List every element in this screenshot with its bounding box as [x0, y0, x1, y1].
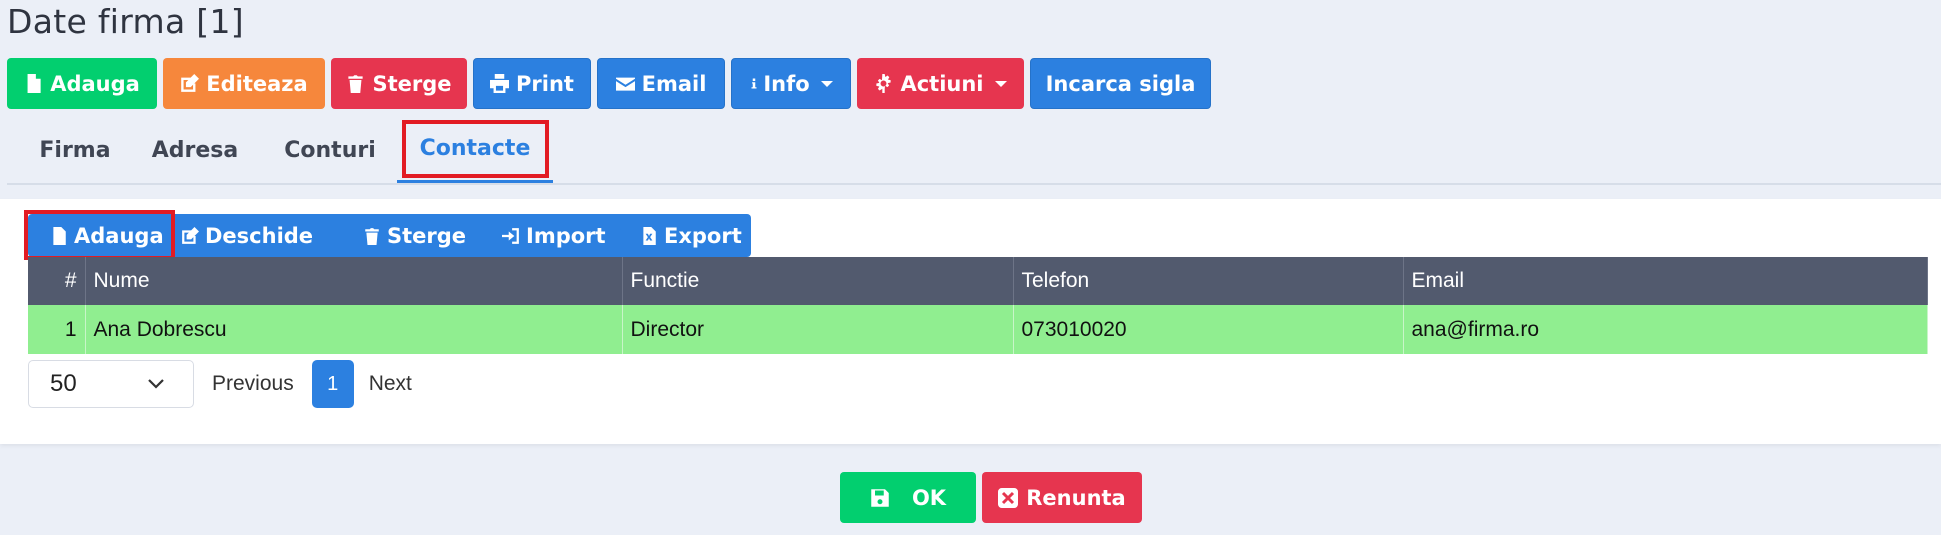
- sub-deschide-button[interactable]: Deschide: [169, 214, 339, 257]
- trash-icon: [348, 75, 364, 93]
- sub-export-label: Export: [664, 223, 742, 248]
- cell-nume: Ana Dobrescu: [85, 305, 623, 354]
- ok-button[interactable]: OK: [840, 472, 976, 523]
- renunta-label: Renunta: [1026, 485, 1126, 510]
- print-label: Print: [516, 71, 574, 96]
- file-icon: [27, 74, 41, 93]
- page-number-current[interactable]: 1: [311, 360, 354, 408]
- import-icon: [502, 227, 519, 244]
- email-label: Email: [641, 71, 707, 96]
- trash-icon: [365, 227, 379, 245]
- page-size-select[interactable]: 50: [28, 360, 194, 408]
- sub-deschide-label: Deschide: [205, 223, 314, 248]
- excel-icon: [643, 226, 656, 245]
- sub-export-button[interactable]: Export: [615, 214, 751, 257]
- sub-sterge-button[interactable]: Sterge: [339, 214, 477, 257]
- envelope-icon: [615, 77, 635, 91]
- page-title: Date firma [1]: [7, 2, 244, 41]
- sub-adauga-button[interactable]: Adauga: [28, 214, 169, 257]
- edit-icon: [182, 226, 199, 244]
- chevron-down-icon: [148, 379, 164, 389]
- edit-icon: [181, 74, 200, 92]
- contacte-table: # Nume Functie Telefon Email 1 Ana Dobre…: [28, 257, 1928, 354]
- sub-adauga-label: Adauga: [74, 223, 164, 248]
- sterge-button[interactable]: Sterge: [331, 58, 467, 109]
- tab-contacte[interactable]: Contacte: [397, 117, 553, 183]
- main-toolbar: Adauga Editeaza Sterge Print Email Info …: [7, 58, 1217, 109]
- tab-conturi[interactable]: Conturi: [269, 117, 391, 183]
- column-header-email[interactable]: Email: [1403, 257, 1928, 305]
- file-icon: [53, 226, 66, 245]
- renunta-button[interactable]: Renunta: [982, 472, 1142, 523]
- contacte-subtoolbar: Adauga Deschide Sterge Import Export: [28, 214, 751, 257]
- incarca-sigla-button[interactable]: Incarca sigla: [1030, 58, 1211, 109]
- print-button[interactable]: Print: [473, 58, 591, 109]
- email-button[interactable]: Email: [597, 58, 725, 109]
- page-size-value: 50: [50, 370, 77, 397]
- cell-functie: Director: [622, 305, 1014, 354]
- cell-email: ana@firma.ro: [1403, 305, 1928, 354]
- actiuni-label: Actiuni: [900, 71, 984, 96]
- actiuni-dropdown-button[interactable]: Actiuni: [857, 58, 1024, 109]
- sub-import-label: Import: [526, 223, 606, 248]
- caret-down-icon: [820, 80, 833, 87]
- cell-telefon: 073010020: [1013, 305, 1404, 354]
- editeaza-label: Editeaza: [206, 71, 308, 96]
- info-label: Info: [763, 71, 810, 96]
- incarca-sigla-label: Incarca sigla: [1045, 71, 1196, 96]
- table-header-row: # Nume Functie Telefon Email: [28, 257, 1928, 305]
- gear-icon: [876, 74, 892, 93]
- column-header-number[interactable]: #: [28, 257, 86, 305]
- table-row[interactable]: 1 Ana Dobrescu Director 073010020 ana@fi…: [28, 305, 1928, 354]
- info-icon: [751, 78, 757, 89]
- caret-down-icon: [994, 80, 1007, 87]
- tab-firma[interactable]: Firma: [26, 117, 124, 183]
- adauga-button[interactable]: Adauga: [7, 58, 157, 109]
- editeaza-button[interactable]: Editeaza: [163, 58, 325, 109]
- save-icon: [871, 488, 889, 507]
- next-page-link[interactable]: Next: [369, 372, 412, 396]
- adauga-label: Adauga: [50, 71, 140, 96]
- sub-import-button[interactable]: Import: [477, 214, 615, 257]
- info-dropdown-button[interactable]: Info: [731, 58, 851, 109]
- contacte-panel: Adauga Deschide Sterge Import Export # N…: [0, 199, 1941, 444]
- close-icon: [998, 487, 1019, 508]
- previous-page-link[interactable]: Previous: [212, 372, 294, 396]
- tab-adresa[interactable]: Adresa: [140, 117, 250, 183]
- cell-number: 1: [28, 305, 86, 354]
- print-icon: [490, 74, 510, 93]
- tab-bar: Firma Adresa Conturi Contacte: [7, 117, 1941, 185]
- ok-label: OK: [911, 485, 947, 510]
- sub-sterge-label: Sterge: [387, 223, 467, 248]
- column-header-nume[interactable]: Nume: [85, 257, 623, 305]
- column-header-functie[interactable]: Functie: [622, 257, 1014, 305]
- pagination: 50 Previous 1 Next: [28, 360, 412, 408]
- column-header-telefon[interactable]: Telefon: [1013, 257, 1404, 305]
- sterge-label: Sterge: [372, 71, 452, 96]
